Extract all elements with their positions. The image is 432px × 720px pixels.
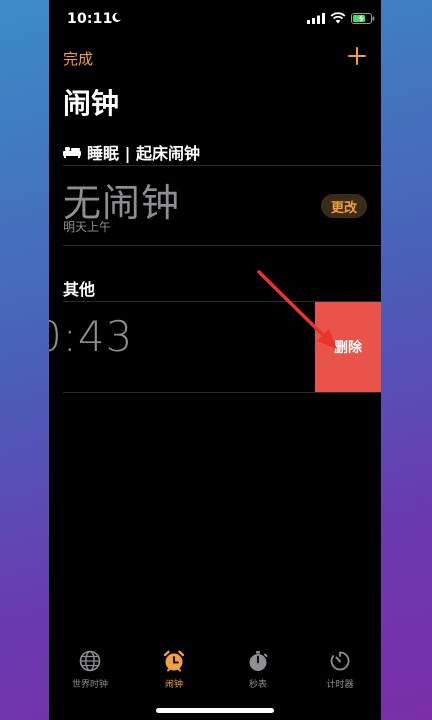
tab-alarm[interactable]: 闹钟 — [134, 643, 214, 690]
tab-label: 计时器 — [326, 680, 354, 690]
timer-icon — [330, 651, 350, 671]
tab-timer[interactable]: 计时器 — [300, 643, 380, 690]
tab-label: 秒表 — [248, 680, 267, 690]
home-indicator[interactable] — [156, 708, 274, 713]
globe-icon — [79, 650, 101, 672]
tab-label: 闹钟 — [164, 680, 183, 690]
stopwatch-icon — [249, 651, 268, 671]
annotation-arrow-icon — [257, 270, 337, 349]
phone-screen: 10:11 完成 闹钟 睡眠 | 起床闹钟 无闹钟 明天上午 更改 其他:43… — [49, 0, 381, 720]
tab-world-clock[interactable]: 世界时钟 — [50, 643, 130, 690]
tab-bar: 世界时钟 闹钟 秒表 计时器 — [49, 643, 381, 693]
tab-stopwatch[interactable]: 秒表 — [218, 643, 298, 690]
tab-label: 世界时钟 — [71, 680, 108, 690]
alarm-clock-icon — [163, 650, 185, 672]
